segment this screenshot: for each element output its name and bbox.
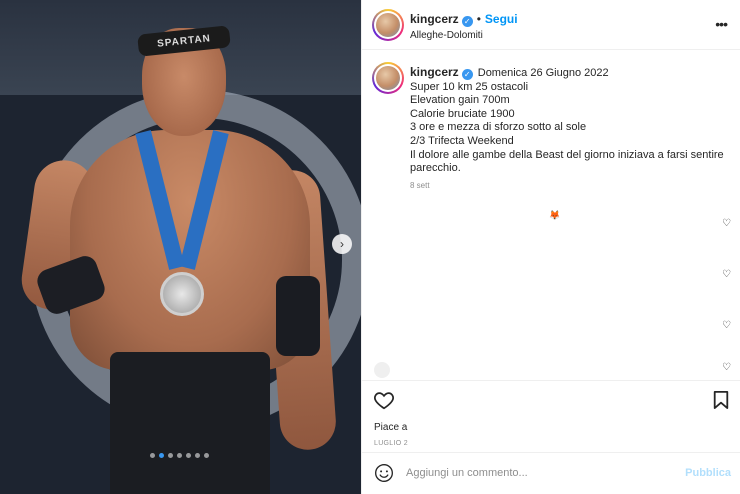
follow-button[interactable]: Segui: [485, 12, 518, 26]
location-link[interactable]: Alleghe-Dolomiti: [410, 30, 483, 41]
caption-avatar[interactable]: [372, 62, 404, 94]
photo-medal: [160, 272, 204, 316]
more-horizontal-icon[interactable]: •••: [715, 16, 728, 32]
caption-line: Elevation gain 700m: [410, 94, 510, 107]
heart-icon[interactable]: ♡: [722, 362, 731, 373]
comment-input[interactable]: [406, 463, 666, 483]
post-photo[interactable]: SPARTAN ›: [0, 0, 361, 494]
caption-username[interactable]: kingcerz: [410, 65, 459, 79]
post-actions: [362, 380, 740, 420]
add-comment-bar: Pubblica: [362, 452, 740, 494]
caption-time[interactable]: 8 sett: [410, 181, 430, 190]
likes-text[interactable]: Piace a: [374, 422, 407, 433]
carousel-dot-active: [159, 453, 164, 458]
comments-area[interactable]: kingcerz ✓ Domenica 26 Giugno 2022 Super …: [362, 50, 740, 380]
caption-date: Domenica 26 Giugno 2022: [477, 67, 609, 79]
caption-line: 3 ore e mezza di sforzo sotto al sole: [410, 121, 587, 134]
header-separator: •: [476, 12, 481, 26]
chevron-right-icon[interactable]: ›: [332, 234, 352, 254]
photo-sleeve-right: [276, 276, 320, 356]
post-caption: kingcerz ✓ Domenica 26 Giugno 2022 Super …: [410, 65, 728, 176]
carousel-dots: [150, 453, 209, 458]
emoji-icon[interactable]: [374, 463, 394, 483]
post-side-panel: kingcerz ✓ • Segui Alleghe-Dolomiti ••• kin…: [361, 0, 740, 494]
caption-line: Super 10 km 25 ostacoli: [410, 80, 529, 93]
post-date[interactable]: LUGLIO 2: [374, 440, 408, 447]
header-user-line: kingcerz ✓ • Segui: [410, 12, 518, 27]
heart-icon[interactable]: ♡: [722, 269, 731, 280]
post-header: kingcerz ✓ • Segui Alleghe-Dolomiti •••: [362, 0, 740, 50]
carousel-dot: [168, 453, 173, 458]
heart-icon[interactable]: [373, 389, 395, 411]
comment-row: ♡: [362, 358, 740, 380]
caption-line: Calorie bruciate 1900: [410, 107, 515, 120]
avatar[interactable]: [372, 9, 404, 41]
avatar[interactable]: [374, 362, 390, 378]
heart-icon[interactable]: ♡: [722, 218, 731, 229]
carousel-dot: [186, 453, 191, 458]
verified-icon: ✓: [461, 16, 473, 27]
caption-line: Il dolore alle gambe della Beast del gio…: [410, 148, 724, 175]
caption-line: 2/3 Trifecta Weekend: [410, 134, 514, 147]
header-username[interactable]: kingcerz: [410, 12, 459, 26]
heart-icon[interactable]: ♡: [722, 320, 731, 331]
comment-row: ♡: [362, 312, 740, 352]
carousel-dot: [150, 453, 155, 458]
carousel-dot: [177, 453, 182, 458]
comment-row: ♡: [362, 210, 740, 250]
photo-shorts: [110, 352, 270, 494]
publish-button[interactable]: Pubblica: [685, 467, 731, 479]
carousel-dot: [204, 453, 209, 458]
comment-row: ♡: [362, 261, 740, 301]
verified-icon: ✓: [461, 69, 473, 80]
carousel-dot: [195, 453, 200, 458]
bookmark-icon[interactable]: [712, 390, 730, 410]
